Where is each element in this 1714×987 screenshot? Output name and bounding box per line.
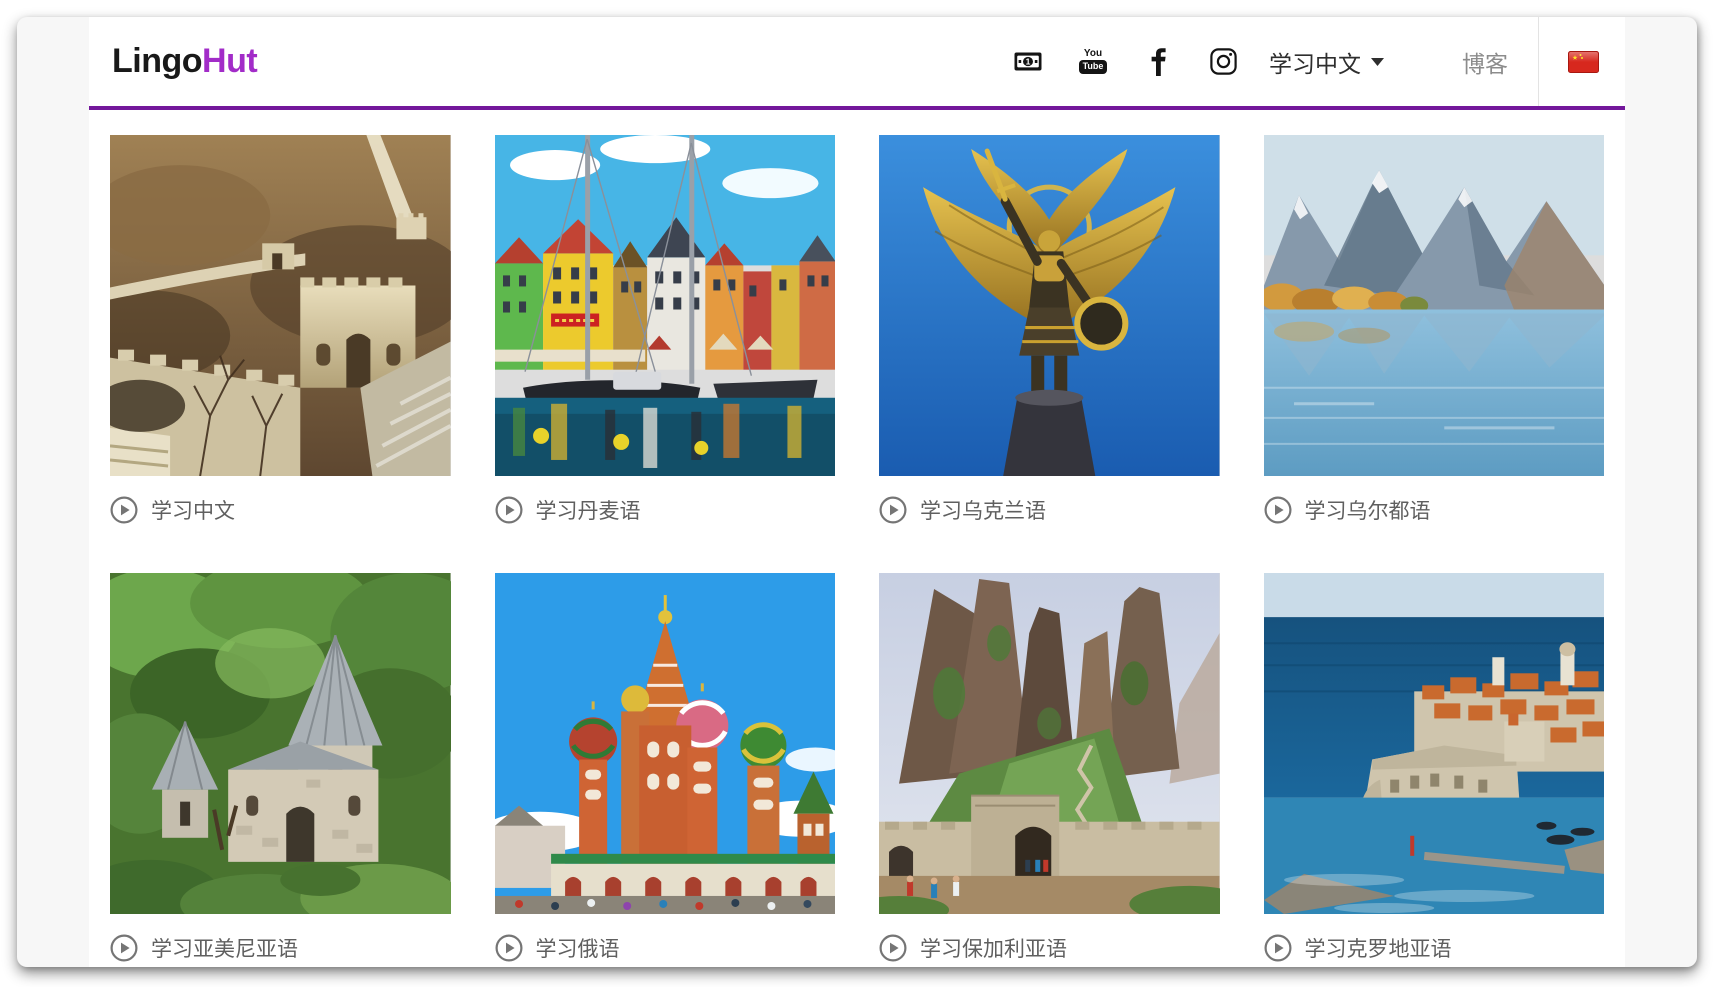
play-icon bbox=[110, 934, 138, 962]
card-link-russian[interactable]: 学习俄语 bbox=[495, 930, 836, 966]
play-icon bbox=[1264, 496, 1292, 524]
card-image-archangel-statue[interactable] bbox=[879, 135, 1220, 476]
card-link-chinese[interactable]: 学习中文 bbox=[110, 492, 451, 528]
play-icon bbox=[879, 934, 907, 962]
card-label-text: 学习乌尔都语 bbox=[1305, 495, 1431, 525]
card-russian: 学习俄语 bbox=[495, 573, 836, 966]
card-image-nyhavn-harbor[interactable] bbox=[495, 135, 836, 476]
play-icon bbox=[879, 496, 907, 524]
language-menu-label: 学习中文 bbox=[1269, 45, 1361, 79]
card-armenian: 学习亚美尼亚语 bbox=[110, 573, 451, 966]
card-chinese: 学习中文 bbox=[110, 135, 451, 528]
card-link-croatian[interactable]: 学习克罗地亚语 bbox=[1264, 930, 1605, 966]
play-icon bbox=[495, 496, 523, 524]
svg-text:1: 1 bbox=[1026, 57, 1031, 67]
play-icon bbox=[110, 496, 138, 524]
lingohut-logo[interactable]: LingoHut bbox=[112, 42, 257, 81]
logo-text-primary: Lingo bbox=[112, 42, 202, 80]
language-card-grid: 学习中文 bbox=[89, 110, 1625, 966]
card-link-ukrainian[interactable]: 学习乌克兰语 bbox=[879, 492, 1220, 528]
card-label-text: 学习中文 bbox=[151, 495, 235, 525]
card-label-text: 学习俄语 bbox=[536, 933, 620, 963]
card-label-text: 学习克罗地亚语 bbox=[1305, 933, 1452, 963]
card-image-belogradchik-fortress[interactable] bbox=[879, 573, 1220, 914]
youtube-icon[interactable]: You Tube bbox=[1078, 45, 1108, 79]
card-croatian: 学习克罗地亚语 bbox=[1264, 573, 1605, 966]
card-danish: 学习丹麦语 bbox=[495, 135, 836, 528]
card-image-st-basils-cathedral[interactable] bbox=[495, 573, 836, 914]
header: LingoHut 1 You Tube bbox=[89, 17, 1625, 110]
logo-text-accent: Hut bbox=[202, 42, 257, 80]
card-link-danish[interactable]: 学习丹麦语 bbox=[495, 492, 836, 528]
card-image-mountain-lake[interactable] bbox=[1264, 135, 1605, 476]
header-right: 1 You Tube bbox=[1013, 17, 1599, 106]
card-link-urdu[interactable]: 学习乌尔都语 bbox=[1264, 492, 1605, 528]
china-flag-icon[interactable] bbox=[1568, 51, 1599, 73]
play-icon bbox=[1264, 934, 1292, 962]
chevron-down-icon bbox=[1371, 58, 1384, 66]
card-ukrainian: 学习乌克兰语 bbox=[879, 135, 1220, 528]
blog-link[interactable]: 博客 bbox=[1462, 45, 1508, 79]
site-screenshot-frame: LingoHut 1 You Tube bbox=[17, 17, 1697, 967]
card-urdu: 学习乌尔都语 bbox=[1264, 135, 1605, 528]
card-label-text: 学习乌克兰语 bbox=[920, 495, 1046, 525]
facebook-icon[interactable] bbox=[1143, 45, 1173, 79]
card-link-bulgarian[interactable]: 学习保加利亚语 bbox=[879, 930, 1220, 966]
instagram-icon[interactable] bbox=[1208, 45, 1238, 79]
card-label-text: 学习保加利亚语 bbox=[920, 933, 1067, 963]
play-icon bbox=[495, 934, 523, 962]
card-bulgarian: 学习保加利亚语 bbox=[879, 573, 1220, 966]
page-container: LingoHut 1 You Tube bbox=[89, 17, 1625, 967]
donate-banknote-icon[interactable]: 1 bbox=[1013, 45, 1043, 79]
card-link-armenian[interactable]: 学习亚美尼亚语 bbox=[110, 930, 451, 966]
header-divider bbox=[1538, 17, 1539, 106]
card-image-dubrovnik-old-town[interactable] bbox=[1264, 573, 1605, 914]
card-image-great-wall[interactable] bbox=[110, 135, 451, 476]
language-menu[interactable]: 学习中文 bbox=[1269, 45, 1384, 79]
card-image-armenian-monastery[interactable] bbox=[110, 573, 451, 914]
card-label-text: 学习亚美尼亚语 bbox=[151, 933, 298, 963]
card-label-text: 学习丹麦语 bbox=[536, 495, 641, 525]
